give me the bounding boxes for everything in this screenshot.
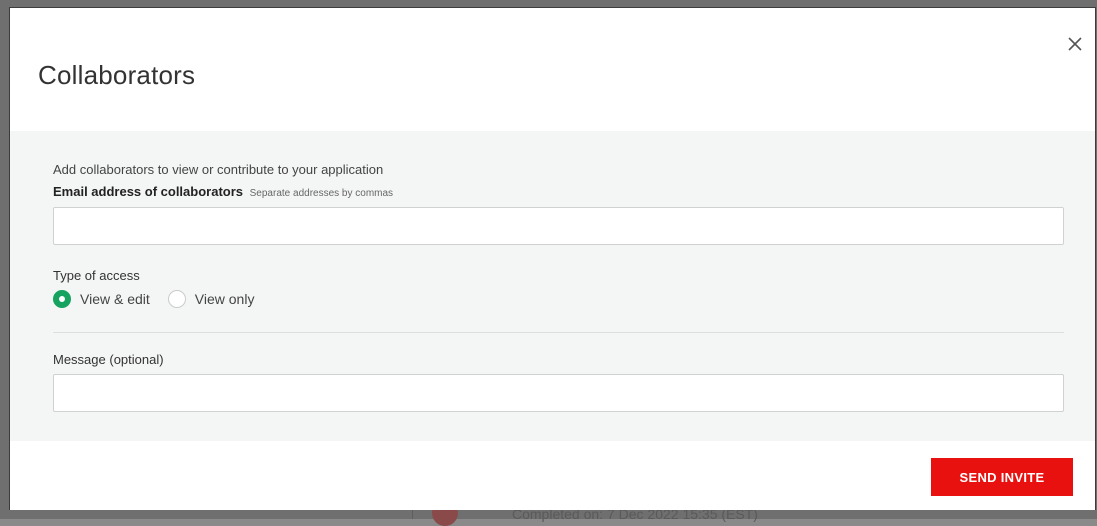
access-type-label: Type of access <box>53 268 140 283</box>
modal-header: Collaborators <box>10 8 1095 131</box>
modal-footer: SEND INVITE <box>10 441 1095 510</box>
modal-body: Add collaborators to view or contribute … <box>10 131 1095 441</box>
email-field[interactable] <box>53 207 1064 245</box>
close-icon <box>1068 37 1082 51</box>
close-button[interactable] <box>1065 34 1085 54</box>
message-field[interactable] <box>53 374 1064 412</box>
divider <box>53 332 1064 333</box>
access-option-view-edit[interactable]: View & edit <box>53 290 150 308</box>
collaborators-modal: Collaborators Add collaborators to view … <box>9 7 1096 510</box>
access-option-label: View & edit <box>80 291 150 307</box>
access-option-label: View only <box>194 291 255 307</box>
send-invite-button[interactable]: SEND INVITE <box>931 458 1073 496</box>
email-label-row: Email address of collaborators Separate … <box>53 184 393 199</box>
message-label: Message (optional) <box>53 352 164 367</box>
email-hint: Separate addresses by commas <box>249 188 394 199</box>
modal-title: Collaborators <box>38 60 196 90</box>
radio-unchecked-icon[interactable] <box>167 290 186 308</box>
radio-checked-icon[interactable] <box>53 290 71 308</box>
access-type-radio-group: View & edit View only <box>53 290 272 308</box>
email-label: Email address of collaborators <box>53 184 244 199</box>
intro-text: Add collaborators to view or contribute … <box>53 162 384 177</box>
access-option-view-only[interactable]: View only <box>167 290 255 308</box>
